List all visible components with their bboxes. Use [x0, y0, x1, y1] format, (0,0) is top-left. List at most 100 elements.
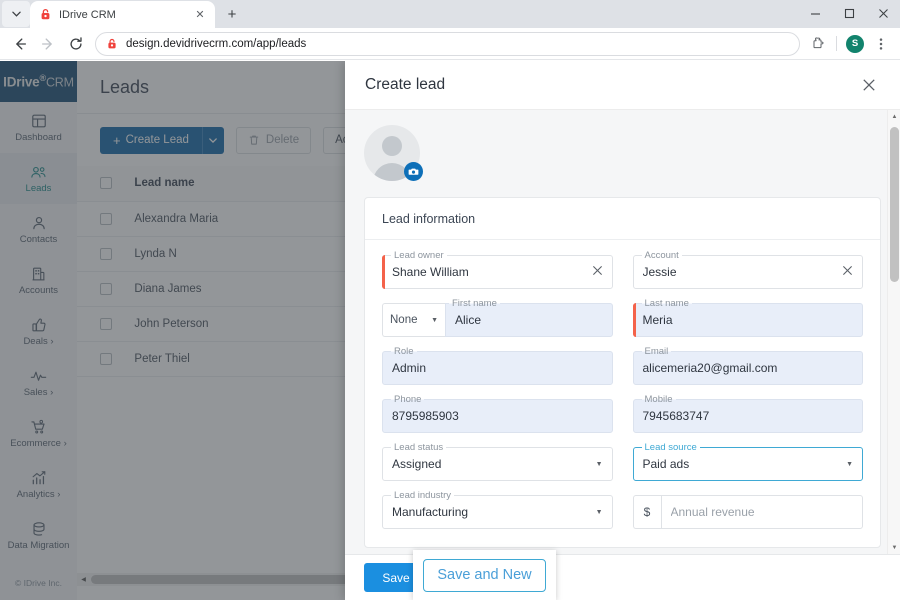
- lead-source-select[interactable]: Lead source Paid ads ▼: [633, 447, 864, 481]
- back-button[interactable]: [7, 31, 33, 57]
- field-group-lead-source: Lead source Paid ads ▼: [633, 447, 864, 481]
- save-and-new-popup: Save and New: [413, 550, 556, 600]
- role-input[interactable]: Role Admin: [382, 351, 613, 385]
- account-value: Jessie: [643, 265, 677, 279]
- currency-symbol: $: [633, 495, 661, 529]
- browser-menu-button[interactable]: [869, 32, 893, 56]
- camera-icon[interactable]: [404, 162, 423, 181]
- toolbar-divider: [836, 36, 837, 51]
- save-and-new-button[interactable]: Save and New: [423, 559, 545, 592]
- arrow-left-icon: [12, 36, 28, 52]
- address-bar-url: design.devidrivecrm.com/app/leads: [126, 38, 306, 50]
- chevron-down-icon: ▼: [590, 461, 603, 468]
- close-icon[interactable]: [836, 265, 853, 279]
- scroll-down-arrow-icon[interactable]: ▼: [888, 541, 900, 554]
- browser-tab-title: IDrive CRM: [59, 9, 186, 21]
- first-name-input[interactable]: First name Alice: [445, 303, 613, 337]
- tab-search-dropdown-button[interactable]: [2, 1, 30, 27]
- window-close-button[interactable]: [866, 0, 900, 26]
- chevron-down-icon: ▼: [431, 317, 438, 324]
- lead-industry-select[interactable]: Lead industry Manufacturing ▼: [382, 495, 613, 529]
- forward-button[interactable]: [35, 31, 61, 57]
- field-group-role: Role Admin: [382, 351, 613, 385]
- lead-owner-value: Shane William: [392, 265, 469, 279]
- lead-owner-input[interactable]: Lead owner Shane William: [382, 255, 613, 289]
- card-body: Lead owner Shane William Account: [365, 240, 880, 547]
- address-bar[interactable]: design.devidrivecrm.com/app/leads: [95, 32, 800, 56]
- email-value: alicemeria20@gmail.com: [643, 361, 778, 375]
- salutation-select[interactable]: None ▼: [382, 303, 445, 337]
- lead-status-select[interactable]: Lead status Assigned ▼: [382, 447, 613, 481]
- new-tab-button[interactable]: +: [219, 1, 245, 27]
- close-icon[interactable]: [586, 265, 603, 279]
- profile-button[interactable]: S: [843, 32, 867, 56]
- first-name-group: None ▼ First name Alice: [382, 303, 613, 337]
- lead-information-card: Lead information Lead owner Shane Willia…: [364, 197, 881, 548]
- account-input[interactable]: Account Jessie: [633, 255, 864, 289]
- annual-revenue-input[interactable]: Annual revenue: [661, 495, 864, 529]
- browser-tab[interactable]: IDrive CRM ✕: [30, 1, 215, 28]
- window-minimize-button[interactable]: [798, 0, 832, 26]
- last-name-label: Last name: [642, 298, 692, 309]
- required-marker: [633, 303, 636, 337]
- reload-button[interactable]: [63, 31, 89, 57]
- lead-source-value: Paid ads: [643, 457, 690, 471]
- phone-label: Phone: [391, 394, 424, 405]
- form-row: None ▼ First name Alice: [382, 303, 863, 337]
- lead-source-label: Lead source: [642, 442, 700, 453]
- field-group-lead-status: Lead status Assigned ▼: [382, 447, 613, 481]
- form-row: Role Admin Email alicemeria20@gmail.com: [382, 351, 863, 385]
- first-name-value: Alice: [455, 313, 481, 327]
- mobile-input[interactable]: Mobile 7945683747: [633, 399, 864, 433]
- vertical-scroll-thumb[interactable]: [890, 127, 899, 282]
- modal-header: Create lead: [345, 61, 900, 110]
- avatar-head: [382, 136, 402, 156]
- required-marker: [382, 255, 385, 289]
- account-label: Account: [642, 250, 682, 261]
- reload-icon: [68, 36, 84, 52]
- minimize-icon: [810, 8, 821, 19]
- arrow-right-icon: [40, 36, 56, 52]
- puzzle-icon: [811, 36, 826, 51]
- field-group-first-name: None ▼ First name Alice: [382, 303, 613, 337]
- window-maximize-button[interactable]: [832, 0, 866, 26]
- mobile-value: 7945683747: [643, 409, 710, 423]
- field-group-account: Account Jessie: [633, 255, 864, 289]
- phone-input[interactable]: Phone 8795985903: [382, 399, 613, 433]
- annual-revenue-placeholder: Annual revenue: [671, 505, 755, 519]
- scroll-up-arrow-icon[interactable]: ▲: [888, 110, 900, 123]
- field-group-phone: Phone 8795985903: [382, 399, 613, 433]
- lead-industry-label: Lead industry: [391, 490, 454, 501]
- tab-close-icon[interactable]: ✕: [193, 8, 207, 22]
- last-name-value: Meria: [643, 313, 673, 327]
- chevron-down-icon: ▼: [590, 509, 603, 516]
- first-name-label: First name: [449, 298, 500, 309]
- close-icon: [878, 8, 889, 19]
- form-row: Lead status Assigned ▼ Lead source Paid …: [382, 447, 863, 481]
- lead-photo-uploader[interactable]: [364, 125, 420, 181]
- browser-toolbar: design.devidrivecrm.com/app/leads S: [0, 28, 900, 60]
- modal-vertical-scrollbar[interactable]: ▲ ▼: [887, 110, 900, 554]
- field-group-last-name: Last name Meria: [633, 303, 864, 337]
- card-header: Lead information: [365, 198, 880, 240]
- role-label: Role: [391, 346, 417, 357]
- field-group-email: Email alicemeria20@gmail.com: [633, 351, 864, 385]
- modal-body: Lead information Lead owner Shane Willia…: [345, 110, 900, 554]
- idrive-lock-icon: [106, 38, 118, 50]
- role-value: Admin: [392, 361, 426, 375]
- lead-status-value: Assigned: [392, 457, 441, 471]
- maximize-icon: [844, 8, 855, 19]
- field-group-lead-industry: Lead industry Manufacturing ▼: [382, 495, 613, 529]
- kebab-menu-icon: [874, 37, 888, 51]
- extensions-button[interactable]: [806, 32, 830, 56]
- idrive-lock-icon: [38, 8, 52, 22]
- last-name-input[interactable]: Last name Meria: [633, 303, 864, 337]
- phone-value: 8795985903: [392, 409, 459, 423]
- form-row: Phone 8795985903 Mobile 7945683747: [382, 399, 863, 433]
- email-label: Email: [642, 346, 672, 357]
- field-group-lead-owner: Lead owner Shane William: [382, 255, 613, 289]
- email-input[interactable]: Email alicemeria20@gmail.com: [633, 351, 864, 385]
- close-icon[interactable]: [858, 74, 880, 96]
- lead-status-label: Lead status: [391, 442, 446, 453]
- chevron-down-icon: [12, 11, 21, 17]
